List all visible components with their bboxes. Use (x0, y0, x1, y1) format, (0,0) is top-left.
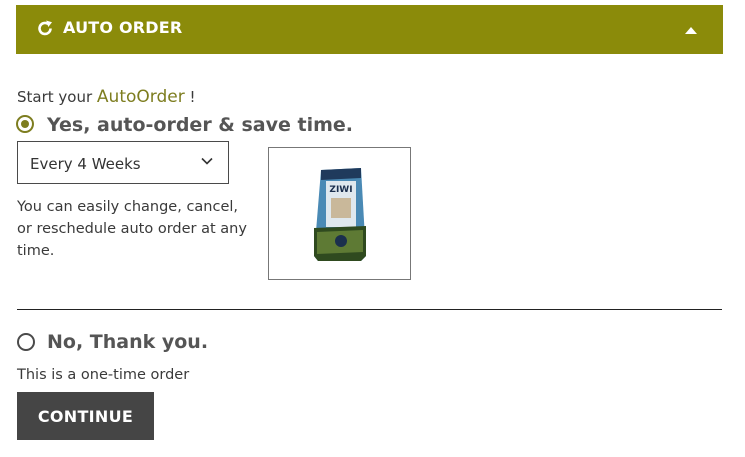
frequency-select[interactable]: Every 4 Weeks (17, 141, 229, 184)
frequency-select-value: Every 4 Weeks (30, 155, 141, 173)
one-time-order-text: This is a one-time order (17, 367, 190, 383)
product-image-frame: ZIWI (268, 147, 411, 280)
auto-order-header[interactable]: AUTO ORDER (16, 5, 723, 54)
ziwi-peak-pet-food-bag-image: ZIWI (314, 168, 366, 261)
auto-order-title: AUTO ORDER (63, 18, 183, 37)
chevron-down-icon (201, 157, 213, 165)
caret-up-icon[interactable] (685, 27, 697, 34)
autoorder-intro: Start your AutoOrder ! (17, 87, 195, 107)
one-time-order-radio[interactable] (17, 333, 35, 351)
intro-prefix: Start your (17, 88, 97, 106)
intro-accent: AutoOrder (96, 87, 185, 107)
refresh-icon (38, 20, 52, 36)
auto-order-help-text: You can easily change, cancel, or resche… (17, 199, 247, 259)
product-brand-text: ZIWI (329, 185, 352, 195)
auto-order-yes-radio[interactable] (16, 115, 34, 133)
intro-suffix: ! (184, 88, 196, 106)
continue-button[interactable]: CONTINUE (17, 392, 154, 440)
no-thank-you-label[interactable]: No, Thank you. (47, 331, 208, 353)
auto-order-yes-label[interactable]: Yes, auto-order & save time. (47, 114, 353, 136)
divider (17, 309, 722, 310)
